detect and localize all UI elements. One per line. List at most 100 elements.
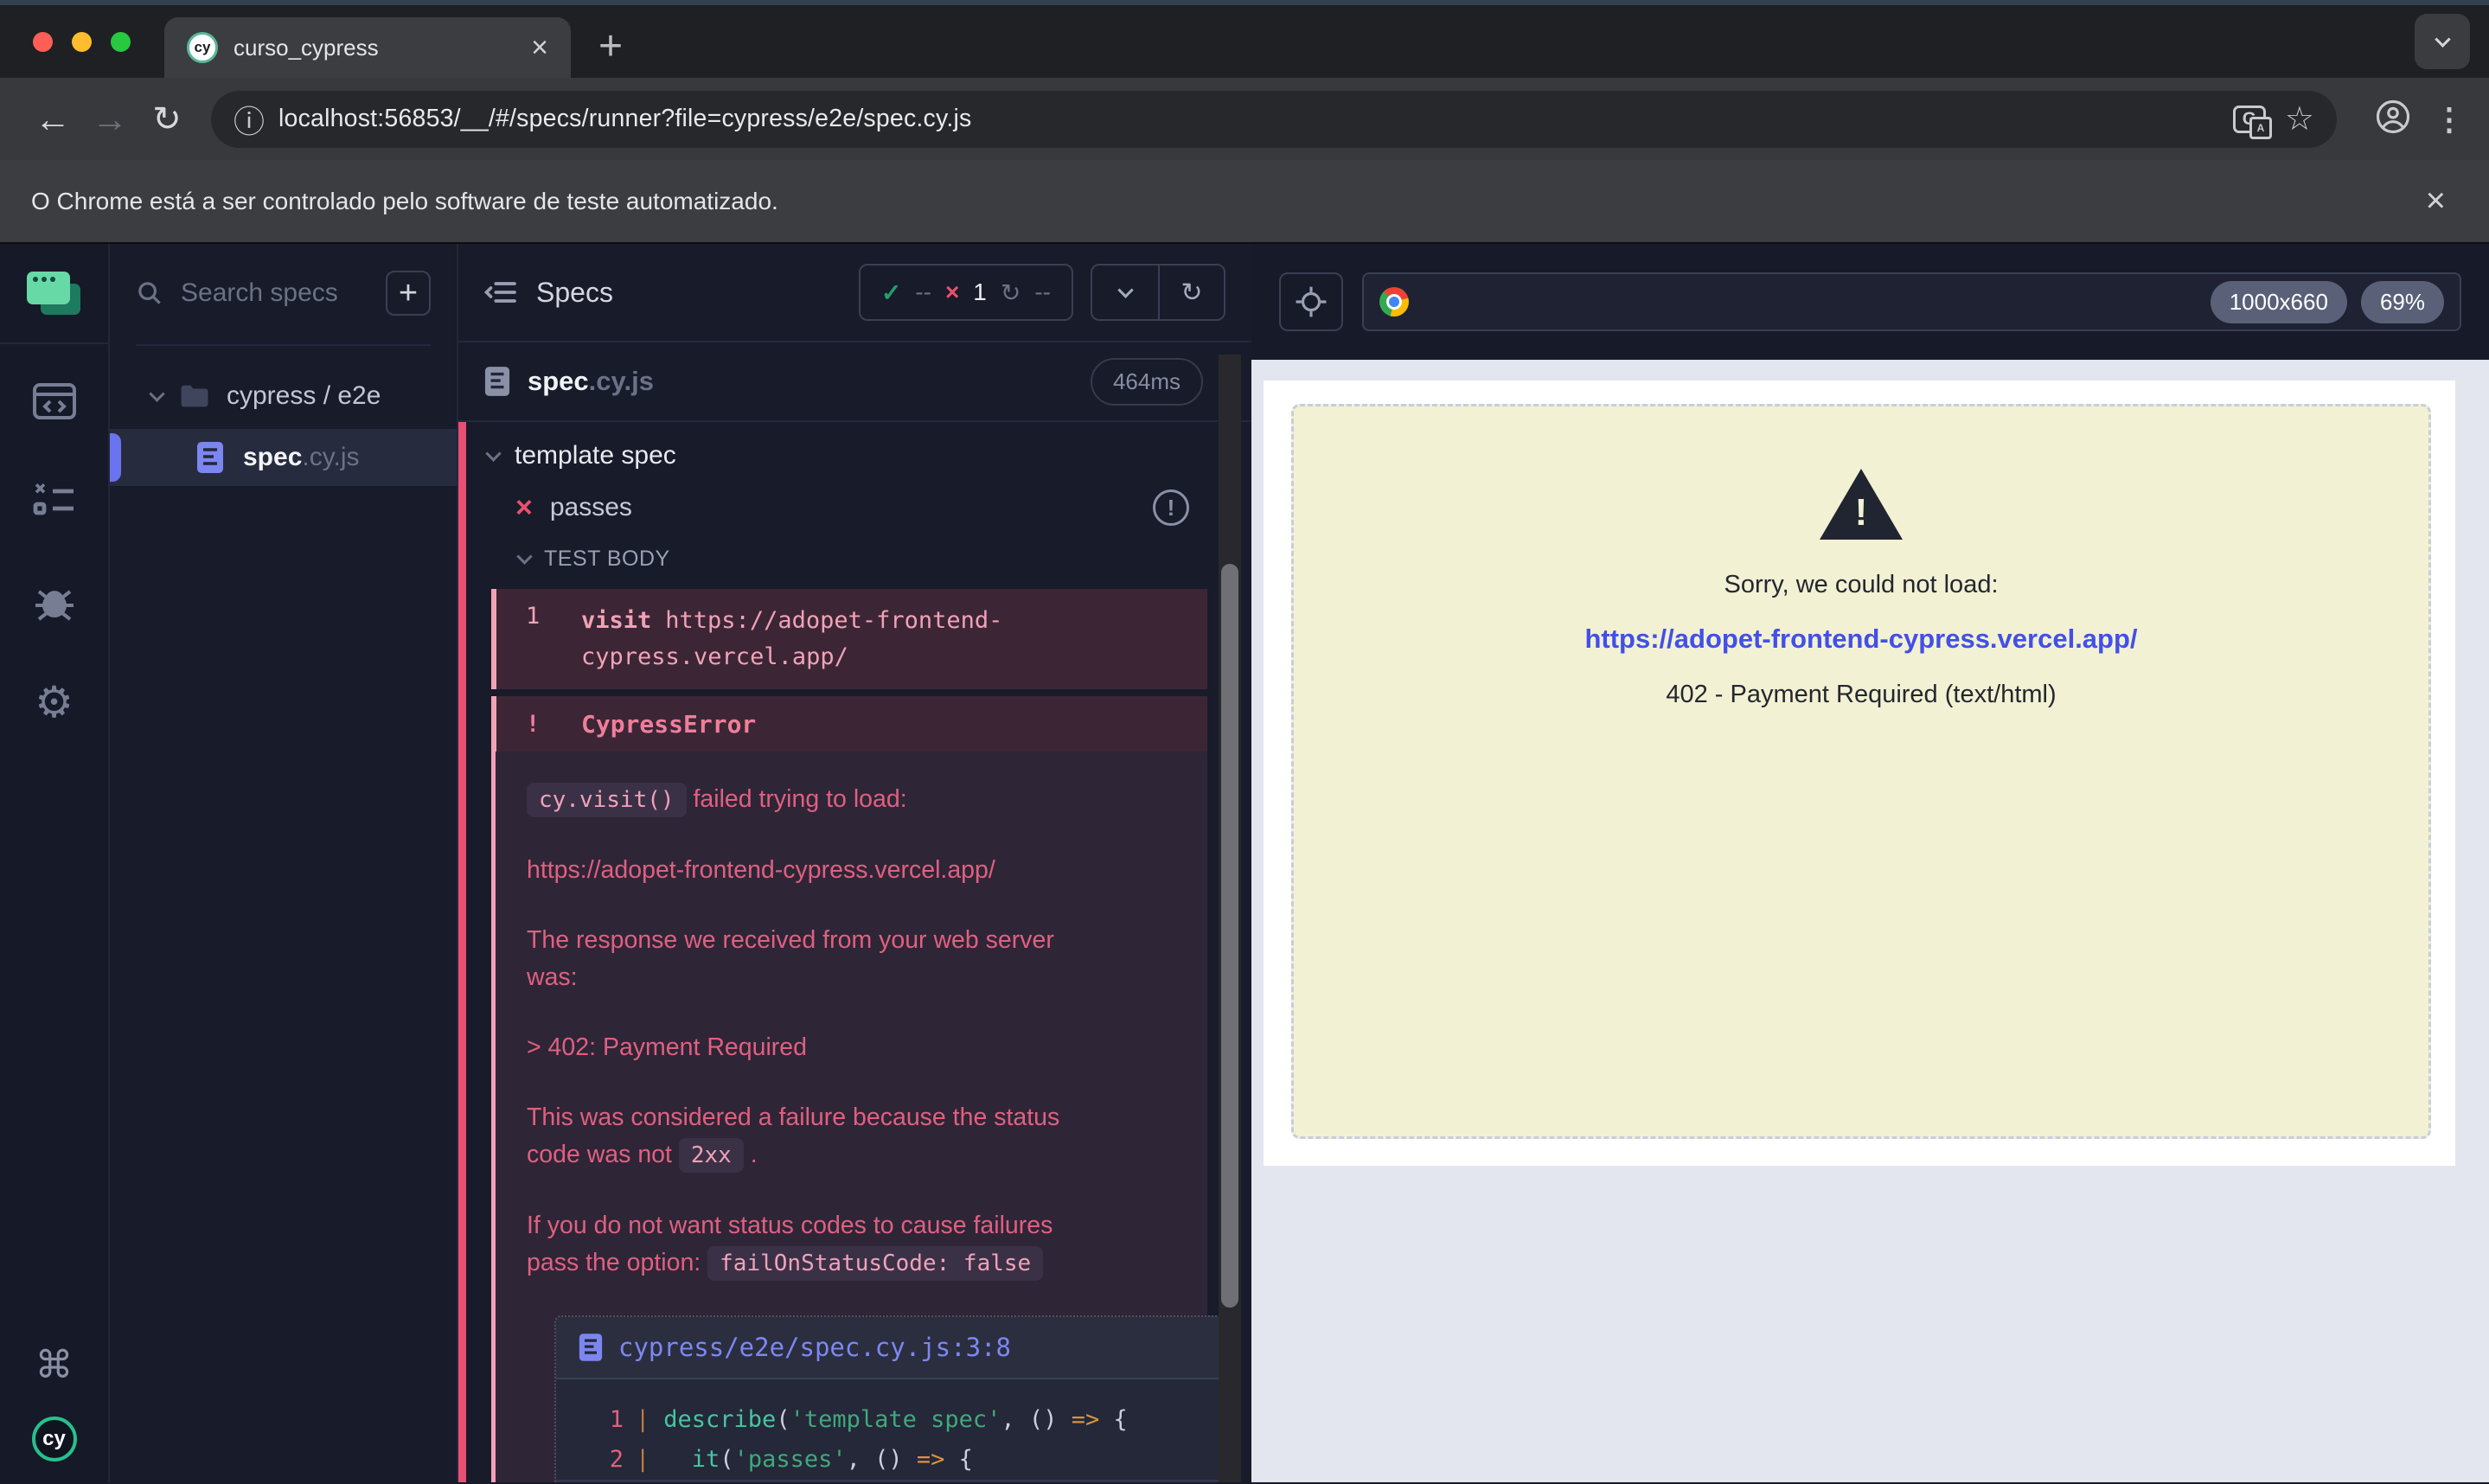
error-header[interactable]: ! CypressError bbox=[491, 696, 1207, 752]
left-nav-rail: ⚙ ⌘ cy bbox=[0, 244, 110, 1482]
reporter-scrollbar[interactable] bbox=[1219, 355, 1241, 1482]
spec-name: spec.cy.js bbox=[528, 366, 654, 397]
new-tab-button[interactable]: + bbox=[598, 21, 623, 73]
chevron-down-icon bbox=[485, 445, 501, 461]
aut-stage: ! Sorry, we could not load: https://adop… bbox=[1251, 360, 2489, 1482]
tab-title: curso_cypress bbox=[234, 35, 515, 61]
pending-icon: ↻ bbox=[1001, 278, 1021, 307]
error-name: CypressError bbox=[581, 710, 756, 739]
run-controls: ↻ bbox=[1091, 264, 1225, 321]
code-frame-path[interactable]: cypress/e2e/spec.cy.js:3:8 bbox=[618, 1333, 1011, 1362]
warning-triangle-icon: ! bbox=[1820, 469, 1903, 540]
folder-row-cypress-e2e[interactable]: cypress / e2e bbox=[110, 372, 457, 420]
search-specs-input[interactable]: Search specs bbox=[181, 278, 368, 308]
test-body-section[interactable]: TEST BODY bbox=[458, 547, 1251, 572]
error-failure-text: This was considered a failure because th… bbox=[527, 1099, 1089, 1174]
translate-icon[interactable]: G bbox=[2233, 106, 2266, 133]
cypress-logo[interactable]: cy bbox=[32, 1417, 77, 1462]
keyboard-shortcuts-icon[interactable]: ⌘ bbox=[35, 1343, 74, 1387]
failed-icon: × bbox=[945, 278, 959, 306]
test-failed-icon: × bbox=[515, 493, 533, 522]
codeframe-line: 2| it('passes', () => { bbox=[556, 1440, 1238, 1480]
command-text: visithttps://adopet-frontend-cypress.ver… bbox=[581, 603, 1024, 675]
aut-url-bar[interactable]: 1000x660 69% bbox=[1362, 272, 2461, 331]
infobar-close-icon[interactable]: × bbox=[2426, 182, 2458, 221]
preview-topbar: 1000x660 69% bbox=[1251, 244, 2489, 360]
settings-gear-icon[interactable]: ⚙ bbox=[27, 675, 82, 730]
browser-tab[interactable]: cy curso_cypress × bbox=[164, 17, 571, 78]
command-method: visit bbox=[581, 607, 651, 634]
failed-spec-border bbox=[458, 422, 466, 1482]
collapse-all-button[interactable] bbox=[1092, 265, 1158, 319]
scrollbar-thumb[interactable] bbox=[1221, 564, 1238, 1308]
error-message-body: cy.visit() failed trying to load: https:… bbox=[491, 752, 1207, 1482]
code-frame: cypress/e2e/spec.cy.js:3:8 1|describe('t… bbox=[554, 1315, 1239, 1482]
folder-icon bbox=[180, 384, 209, 408]
specs-nav-icon[interactable] bbox=[27, 374, 82, 429]
command-log-visit[interactable]: 1 visithttps://adopet-frontend-cypress.v… bbox=[491, 589, 1207, 689]
close-window-button[interactable] bbox=[33, 32, 53, 52]
address-bar[interactable]: ⓘ localhost:56853/__/#/specs/runner?file… bbox=[211, 91, 2337, 148]
selector-playground-button[interactable] bbox=[1279, 272, 1343, 331]
tab-close-icon[interactable]: × bbox=[531, 33, 548, 62]
error-response-text: The response we received from your web s… bbox=[527, 922, 1089, 996]
profile-icon[interactable] bbox=[2375, 99, 2411, 139]
collapse-sidebar-icon[interactable] bbox=[484, 278, 519, 307]
chevron-down-icon bbox=[1117, 282, 1133, 297]
passed-icon: ✓ bbox=[881, 278, 901, 307]
minimize-window-button[interactable] bbox=[72, 32, 92, 52]
tab-search-button[interactable] bbox=[2415, 14, 2470, 69]
error-hint-text: If you do not want status codes to cause… bbox=[527, 1207, 1089, 1283]
selected-indicator bbox=[110, 433, 121, 482]
window-controls bbox=[0, 32, 157, 52]
error-intro: cy.visit() failed trying to load: bbox=[527, 781, 1089, 819]
failure-url-link[interactable]: https://adopet-frontend-cypress.vercel.a… bbox=[1584, 624, 2137, 655]
bookmark-star-icon[interactable]: ☆ bbox=[2285, 99, 2314, 138]
tab-strip: cy curso_cypress × + bbox=[0, 5, 2489, 78]
viewport-zoom-badge: 69% bbox=[2361, 281, 2444, 323]
spec-doc-icon bbox=[484, 366, 510, 397]
test-title: passes bbox=[550, 493, 632, 522]
folder-label: cypress / e2e bbox=[227, 381, 381, 411]
search-icon bbox=[136, 279, 163, 307]
tree-divider bbox=[136, 344, 431, 346]
failure-detail: 402 - Payment Required (text/html) bbox=[1666, 681, 2056, 709]
back-button[interactable]: ← bbox=[24, 99, 81, 140]
maximize-window-button[interactable] bbox=[111, 32, 131, 52]
fail-on-status-chip: failOnStatusCode: false bbox=[707, 1246, 1043, 1281]
error-intro-code: cy.visit() bbox=[527, 783, 687, 817]
forward-button[interactable]: → bbox=[81, 99, 138, 140]
cypress-favicon: cy bbox=[187, 32, 218, 63]
failed-count: 1 bbox=[973, 278, 987, 306]
codeframe-line: 1|describe('template spec', () => { bbox=[556, 1400, 1238, 1440]
search-specs-row[interactable]: Search specs + bbox=[110, 266, 457, 320]
error-status-line: > 402: Payment Required bbox=[527, 1029, 1089, 1066]
failed-test-row[interactable]: × passes ! bbox=[458, 489, 1251, 526]
code-frame-header[interactable]: cypress/e2e/spec.cy.js:3:8 bbox=[556, 1317, 1238, 1379]
reporter-title: Specs bbox=[536, 277, 613, 309]
test-alert-icon[interactable]: ! bbox=[1153, 489, 1189, 526]
runs-nav-icon[interactable] bbox=[27, 474, 82, 529]
stats-group[interactable]: ✓ -- × 1 ↻ -- bbox=[859, 264, 1073, 321]
cypress-browsers-logo bbox=[27, 272, 82, 317]
error-url: https://adopet-frontend-cypress.vercel.a… bbox=[527, 852, 1089, 889]
passed-count: -- bbox=[915, 278, 931, 306]
pending-count: -- bbox=[1034, 278, 1051, 306]
status-code-chip: 2xx bbox=[679, 1138, 744, 1173]
site-info-icon[interactable]: ⓘ bbox=[234, 97, 265, 142]
spec-summary-row[interactable]: spec.cy.js 464ms bbox=[458, 342, 1251, 420]
error-bang-icon: ! bbox=[526, 711, 555, 738]
test-body-label: TEST BODY bbox=[544, 547, 670, 572]
chrome-browser-icon bbox=[1379, 287, 1409, 317]
add-spec-button[interactable]: + bbox=[386, 271, 431, 316]
infobar-text: O Chrome está a ser controlado pelo soft… bbox=[31, 188, 778, 215]
rerun-button[interactable]: ↻ bbox=[1158, 265, 1224, 319]
suite-row[interactable]: template spec bbox=[458, 422, 1251, 470]
reload-button[interactable]: ↻ bbox=[138, 99, 195, 139]
menu-kebab-icon[interactable]: ⋮ bbox=[2434, 101, 2465, 138]
chevron-down-icon bbox=[149, 386, 164, 401]
spec-file-name: spec.cy.js bbox=[243, 443, 360, 472]
spec-file-row-selected[interactable]: spec.cy.js bbox=[110, 429, 457, 486]
debug-nav-icon[interactable] bbox=[27, 574, 82, 630]
codeframe-line: >3| cy.visit('https://adopet-frontend-cy… bbox=[556, 1480, 1238, 1482]
